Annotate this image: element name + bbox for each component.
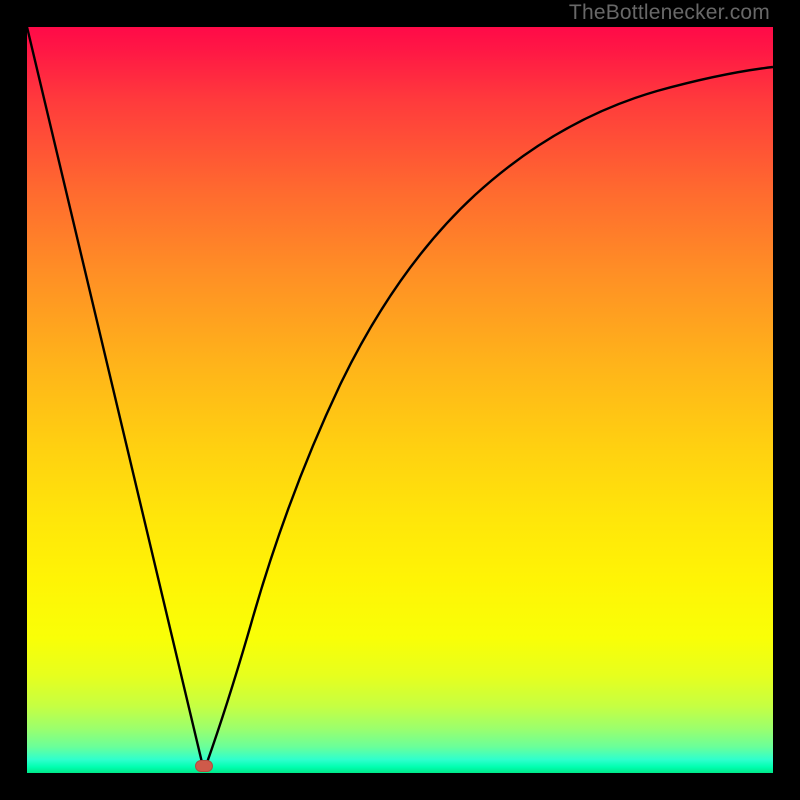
- optimum-marker: [195, 760, 213, 772]
- curve-right-segment: [204, 67, 773, 771]
- bottleneck-curve: [27, 27, 773, 773]
- watermark-text: TheBottlenecker.com: [569, 1, 770, 25]
- plot-area: [27, 27, 773, 773]
- chart-container: TheBottlenecker.com: [0, 0, 800, 800]
- curve-left-segment: [27, 27, 204, 771]
